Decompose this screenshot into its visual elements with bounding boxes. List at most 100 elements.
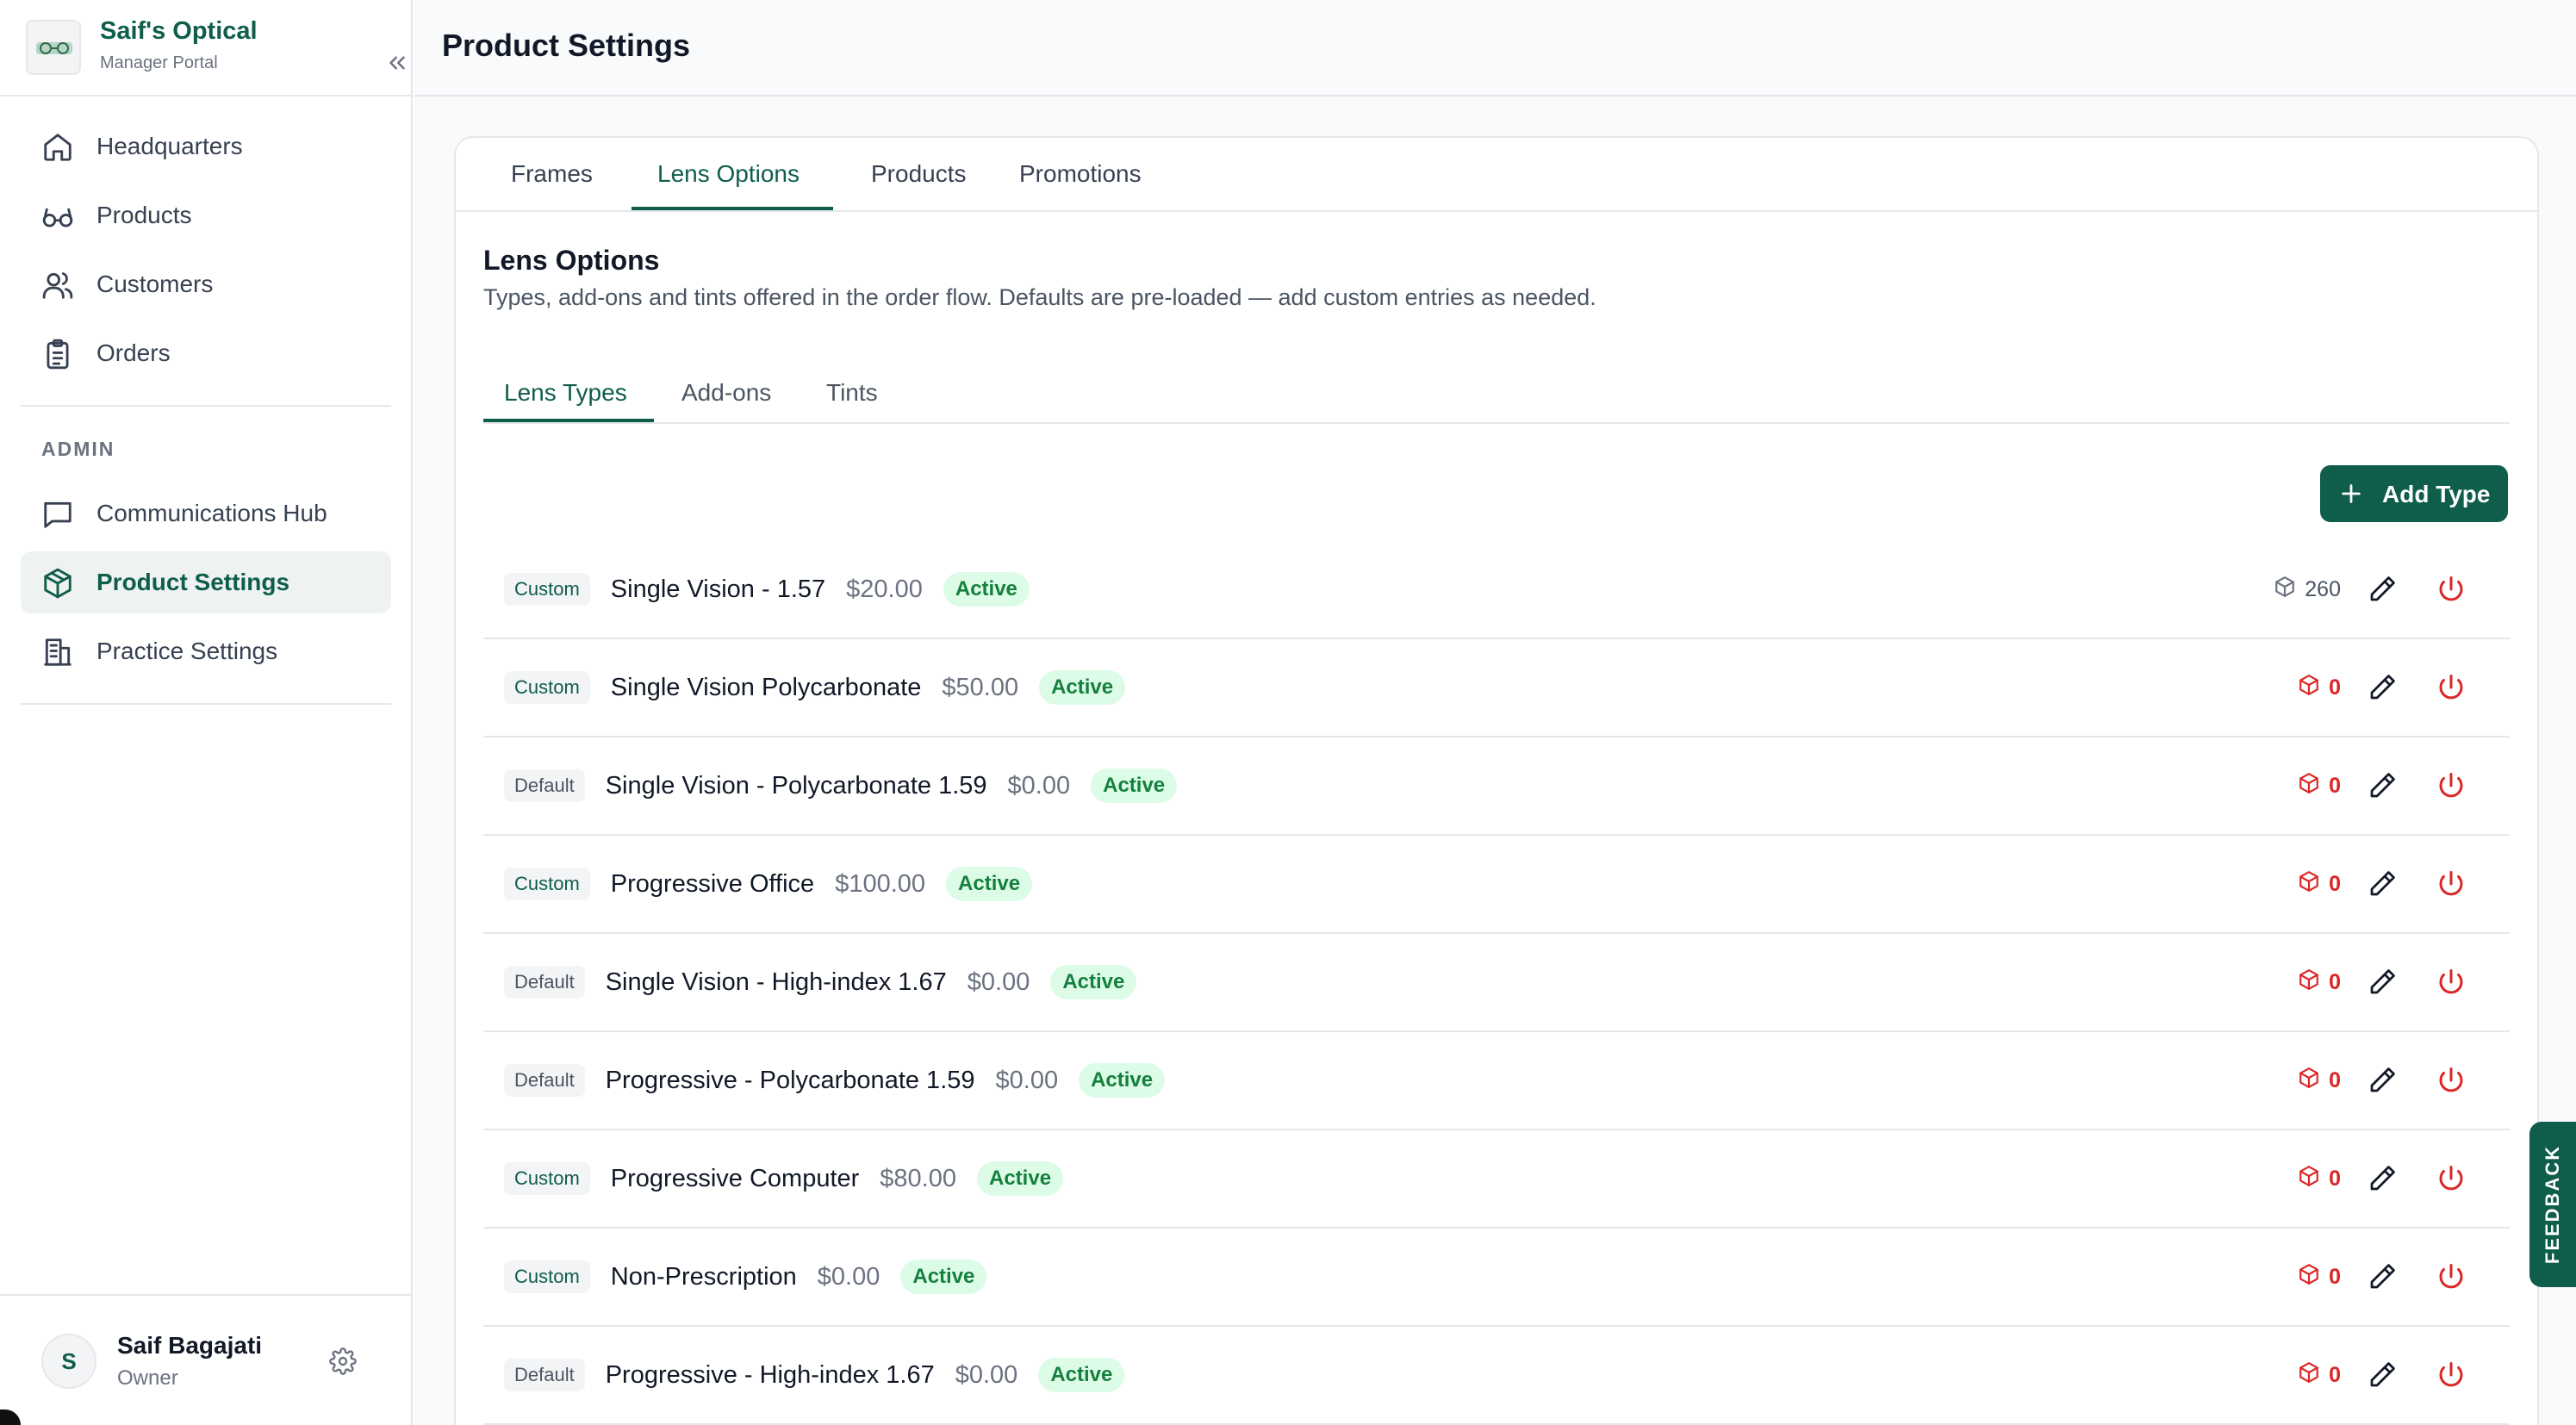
type-tag: Default: [504, 769, 585, 802]
edit-icon[interactable]: [2367, 1163, 2398, 1194]
edit-icon[interactable]: [2367, 1261, 2398, 1292]
box-icon: [2274, 576, 2296, 604]
lens-name: Single Vision - 1.57: [610, 575, 826, 603]
lens-price: $0.00: [995, 1066, 1059, 1094]
top-tabs: Frames Lens Options Products Promotions: [456, 138, 2537, 212]
row-info: Custom Single Vision - 1.57 $20.00 Activ…: [504, 572, 1030, 607]
power-icon[interactable]: [2436, 770, 2467, 801]
users-icon: [41, 269, 74, 302]
type-tag: Custom: [504, 573, 590, 606]
avatar[interactable]: S: [41, 1334, 96, 1389]
power-icon[interactable]: [2436, 1261, 2467, 1292]
box-icon: [2298, 1067, 2320, 1095]
brand-subtitle: Manager Portal: [100, 53, 218, 72]
edit-icon[interactable]: [2367, 672, 2398, 703]
lens-name: Single Vision Polycarbonate: [610, 673, 922, 701]
power-icon[interactable]: [2436, 868, 2467, 899]
usage-count-value: 260: [2305, 577, 2341, 601]
type-tag: Default: [504, 966, 585, 999]
table-row: Default Single Vision - High-index 1.67 …: [483, 934, 2510, 1032]
edit-icon[interactable]: [2367, 1360, 2398, 1391]
type-tag: Custom: [504, 671, 590, 704]
user-role: Owner: [117, 1366, 178, 1390]
edit-icon[interactable]: [2367, 967, 2398, 998]
box-icon: [2298, 968, 2320, 997]
box-icon: [2298, 1165, 2320, 1193]
message-icon: [41, 498, 74, 531]
brand-logo: [26, 20, 81, 75]
lens-price: $100.00: [835, 869, 926, 898]
tab-lens-options[interactable]: Lens Options: [657, 160, 800, 188]
sidebar: Saif's Optical Manager Portal Headquarte…: [0, 0, 413, 1425]
sidebar-item-communications-hub[interactable]: Communications Hub: [21, 482, 391, 544]
status-badge: Active: [1091, 769, 1178, 803]
table-row: Custom Single Vision - 1.57 $20.00 Activ…: [483, 541, 2510, 639]
power-icon[interactable]: [2436, 967, 2467, 998]
power-icon[interactable]: [2436, 672, 2467, 703]
edit-icon[interactable]: [2367, 770, 2398, 801]
type-tag: Default: [504, 1359, 585, 1391]
gear-icon[interactable]: [329, 1347, 357, 1375]
user-name: Saif Bagajati: [117, 1332, 263, 1359]
usage-count-value: 0: [2329, 1068, 2341, 1092]
row-info: Default Single Vision - Polycarbonate 1.…: [504, 769, 1178, 803]
sidebar-item-label: Product Settings: [96, 569, 290, 595]
lens-name: Progressive Computer: [610, 1164, 860, 1192]
sub-tabs: Lens Types Add-ons Tints: [483, 369, 2510, 424]
box-icon: [2298, 674, 2320, 702]
feedback-button[interactable]: FEEDBACK: [2529, 1122, 2576, 1287]
collapse-sidebar-icon[interactable]: [384, 50, 410, 76]
subtab-tints[interactable]: Tints: [826, 379, 878, 407]
row-info: Default Progressive - High-index 1.67 $0…: [504, 1358, 1125, 1392]
edit-icon[interactable]: [2367, 1065, 2398, 1096]
lens-name: Progressive - Polycarbonate 1.59: [605, 1066, 975, 1094]
edit-icon[interactable]: [2367, 868, 2398, 899]
sidebar-item-product-settings[interactable]: Product Settings: [21, 551, 391, 613]
topbar: Product Settings: [414, 0, 2576, 96]
tab-frames[interactable]: Frames: [511, 160, 593, 188]
add-type-button[interactable]: Add Type: [2320, 465, 2508, 522]
subtab-lens-types[interactable]: Lens Types: [504, 379, 627, 407]
usage-count-value: 0: [2329, 1363, 2341, 1387]
table-row: Default Single Vision - Polycarbonate 1.…: [483, 737, 2510, 836]
sidebar-divider: [0, 95, 413, 96]
sidebar-item-label: Orders: [96, 339, 171, 366]
sidebar-divider: [21, 703, 391, 705]
active-tab-indicator: [632, 207, 833, 210]
package-icon: [41, 567, 74, 600]
power-icon[interactable]: [2436, 574, 2467, 605]
building-icon: [41, 636, 74, 669]
power-icon[interactable]: [2436, 1163, 2467, 1194]
usage-count-value: 0: [2329, 1167, 2341, 1191]
subtab-add-ons[interactable]: Add-ons: [681, 379, 771, 407]
home-icon: [41, 131, 74, 164]
usage-count: 0: [2298, 870, 2341, 899]
usage-count: 0: [2298, 1263, 2341, 1291]
sidebar-item-practice-settings[interactable]: Practice Settings: [21, 620, 391, 682]
sidebar-divider: [21, 405, 391, 407]
edit-icon[interactable]: [2367, 574, 2398, 605]
box-icon: [2298, 1361, 2320, 1390]
status-badge: Active: [1038, 1358, 1125, 1392]
lens-price: $50.00: [942, 673, 1019, 701]
box-icon: [2298, 1263, 2320, 1291]
power-icon[interactable]: [2436, 1360, 2467, 1391]
row-info: Default Single Vision - High-index 1.67 …: [504, 965, 1137, 999]
main-content: Product Settings Frames Lens Options Pro…: [414, 0, 2576, 1425]
status-badge: Active: [946, 867, 1033, 901]
lens-name: Progressive - High-index 1.67: [605, 1360, 935, 1389]
sidebar-item-label: Practice Settings: [96, 638, 278, 664]
usage-count-value: 0: [2329, 1265, 2341, 1289]
sidebar-item-headquarters[interactable]: Headquarters: [21, 115, 391, 177]
tab-products[interactable]: Products: [871, 160, 967, 188]
active-subtab-indicator: [483, 419, 654, 422]
row-info: Custom Progressive Office $100.00 Active: [504, 867, 1033, 901]
usage-count: 0: [2298, 1067, 2341, 1095]
tab-promotions[interactable]: Promotions: [1019, 160, 1142, 188]
sidebar-item-products[interactable]: Products: [21, 184, 391, 246]
lens-name: Single Vision - High-index 1.67: [605, 968, 947, 996]
sidebar-item-customers[interactable]: Customers: [21, 253, 391, 315]
add-type-label: Add Type: [2382, 481, 2491, 507]
sidebar-item-orders[interactable]: Orders: [21, 322, 391, 384]
power-icon[interactable]: [2436, 1065, 2467, 1096]
